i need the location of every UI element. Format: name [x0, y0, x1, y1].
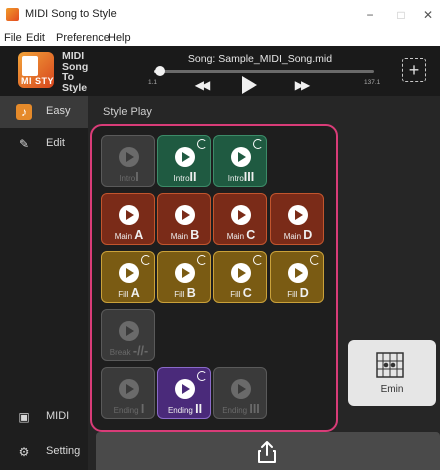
pad-ending-2[interactable]: Ending II	[157, 367, 211, 419]
fast-forward-button[interactable]: ▶▶	[290, 76, 312, 94]
pad-fill-a[interactable]: Fill A	[101, 251, 155, 303]
pad-intro-3[interactable]: IntroIII	[213, 135, 267, 187]
song-title: Song: Sample_MIDI_Song.mid	[187, 53, 333, 65]
add-button[interactable]: +	[402, 58, 426, 82]
chord-diagram-icon	[376, 352, 404, 378]
pad-ending-3[interactable]: Ending III	[213, 367, 267, 419]
menu-edit[interactable]: Edit	[26, 32, 45, 44]
menu-bar: File Edit Preference Help	[0, 30, 440, 46]
loop-icon	[141, 255, 151, 265]
menu-help[interactable]: Help	[108, 32, 131, 44]
pad-main-b[interactable]: Main B	[157, 193, 211, 245]
play-icon	[242, 76, 257, 94]
loop-icon	[197, 255, 207, 265]
play-button[interactable]	[236, 76, 262, 94]
app-window: MIDI Song to Style − □ ✕ File Edit Prefe…	[0, 0, 440, 470]
window-title: MIDI Song to Style	[25, 8, 117, 20]
loop-icon	[197, 371, 207, 381]
rewind-button[interactable]: ◀◀	[190, 76, 212, 94]
close-button[interactable]: ✕	[418, 5, 438, 25]
progress-knob[interactable]	[155, 66, 165, 76]
sidebar-label-edit: Edit	[46, 137, 65, 149]
pad-main-d[interactable]: Main D	[270, 193, 324, 245]
song-progress-bar[interactable]	[154, 70, 374, 73]
menu-preference[interactable]: Preference	[56, 32, 110, 44]
chord-display[interactable]: Emin	[348, 340, 436, 406]
pad-ending-1[interactable]: Ending I	[101, 367, 155, 419]
minimize-button[interactable]: −	[360, 5, 380, 25]
sidebar-label-setting: Setting	[46, 445, 81, 457]
pad-fill-b[interactable]: Fill B	[157, 251, 211, 303]
sidebar-label-midi: MIDI	[46, 410, 70, 422]
time-end: 137.1	[364, 79, 381, 86]
pad-main-c[interactable]: Main C	[213, 193, 267, 245]
loop-icon	[310, 255, 320, 265]
edit-icon: ✎	[18, 137, 30, 151]
midi-icon: ▣	[18, 410, 30, 424]
pad-break[interactable]: Break -//-	[101, 309, 155, 361]
time-start: 1.1	[148, 79, 158, 86]
sidebar: ♪ Easy ✎ Edit ▣ MIDI ⚙ Setting	[0, 96, 88, 470]
sidebar-item-edit[interactable]: ✎ Edit	[0, 128, 88, 160]
section-title: Style Play	[103, 106, 152, 118]
sidebar-item-midi[interactable]: ▣ MIDI	[0, 401, 88, 433]
sidebar-label-easy: Easy	[46, 105, 71, 117]
pad-fill-d[interactable]: Fill D	[270, 251, 324, 303]
loop-icon	[253, 139, 263, 149]
maximize-button[interactable]: □	[391, 5, 411, 25]
gear-icon: ⚙	[18, 445, 30, 459]
sidebar-item-easy[interactable]: ♪ Easy	[0, 96, 88, 128]
guitar-icon: ♪	[16, 104, 32, 120]
pad-intro-1[interactable]: IntroI	[101, 135, 155, 187]
logo-text: MIDI Song To Style	[62, 50, 89, 94]
app-icon	[6, 8, 19, 21]
app-logo: MI STY	[18, 52, 54, 88]
share-icon[interactable]	[256, 440, 278, 464]
sidebar-item-setting[interactable]: ⚙ Setting	[0, 436, 88, 468]
chord-name: Emin	[380, 384, 404, 395]
pad-main-a[interactable]: Main A	[101, 193, 155, 245]
pad-fill-c[interactable]: Fill C	[213, 251, 267, 303]
loop-icon	[253, 255, 263, 265]
title-bar: MIDI Song to Style − □ ✕	[0, 0, 440, 30]
menu-file[interactable]: File	[4, 32, 22, 44]
loop-icon	[197, 139, 207, 149]
pad-intro-2[interactable]: IntroII	[157, 135, 211, 187]
